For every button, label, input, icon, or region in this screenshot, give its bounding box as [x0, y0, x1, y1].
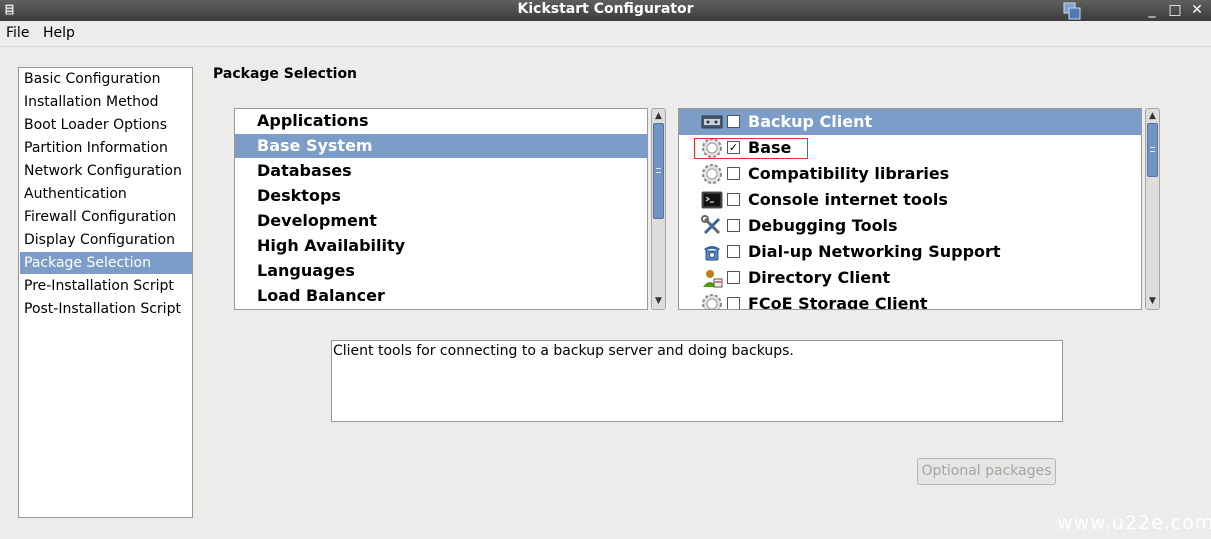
package-checkbox[interactable]: [727, 193, 740, 206]
scroll-up-arrow-icon[interactable]: ▲: [1146, 110, 1159, 123]
sidebar-item-installation-method[interactable]: Installation Method: [20, 91, 192, 113]
title-bar: Kickstart Configurator _ □ ✕: [0, 0, 1211, 21]
menu-bar: File Help: [0, 21, 1211, 47]
package-row-fcoe-storage-client[interactable]: FCoE Storage Client: [679, 291, 1141, 310]
scrollbar-thumb[interactable]: [653, 123, 664, 219]
window-title: Kickstart Configurator: [517, 1, 694, 17]
package-label: Console internet tools: [748, 190, 948, 209]
category-item-load-balancer[interactable]: Load Balancer: [235, 284, 647, 308]
minimize-button[interactable]: _: [1143, 1, 1161, 19]
package-checkbox[interactable]: [727, 219, 740, 232]
category-item-desktops[interactable]: Desktops: [235, 184, 647, 208]
scroll-up-arrow-icon[interactable]: ▲: [652, 110, 665, 123]
gear-icon: [702, 164, 722, 184]
category-item-development[interactable]: Development: [235, 209, 647, 233]
package-row-compatibility-libraries[interactable]: Compatibility libraries: [679, 161, 1141, 187]
sidebar-item-post-installation-script[interactable]: Post-Installation Script: [20, 298, 192, 320]
package-label: Directory Client: [748, 268, 891, 287]
tools-icon: [701, 215, 721, 235]
package-label: Compatibility libraries: [748, 164, 950, 183]
package-row-directory-client[interactable]: Directory Client: [679, 265, 1141, 291]
gear-icon: [702, 294, 722, 309]
package-checkbox[interactable]: [727, 271, 740, 284]
close-button[interactable]: ✕: [1188, 1, 1206, 19]
sidebar-item-package-selection[interactable]: Package Selection: [20, 252, 192, 274]
sidebar-item-basic-configuration[interactable]: Basic Configuration: [20, 68, 192, 90]
sidebar-item-network-configuration[interactable]: Network Configuration: [20, 160, 192, 182]
category-item-databases[interactable]: Databases: [235, 159, 647, 183]
terminal-icon: [701, 191, 723, 209]
package-checkbox[interactable]: [727, 115, 740, 128]
package-description: Client tools for connecting to a backup …: [331, 340, 1063, 422]
maximize-button[interactable]: □: [1166, 1, 1184, 19]
sidebar-item-display-configuration[interactable]: Display Configuration: [20, 229, 192, 251]
category-item-languages[interactable]: Languages: [235, 259, 647, 283]
sidebar-nav: Basic Configuration Installation Method …: [18, 67, 193, 518]
category-item-high-availability[interactable]: High Availability: [235, 234, 647, 258]
package-label: Dial-up Networking Support: [748, 242, 1001, 261]
menu-help[interactable]: Help: [43, 25, 75, 41]
package-scrollbar[interactable]: ▲ ▼: [1145, 108, 1160, 310]
package-row-backup-client[interactable]: Backup Client: [679, 109, 1141, 135]
category-scrollbar[interactable]: ▲ ▼: [651, 108, 666, 310]
category-item-applications[interactable]: Applications: [235, 109, 647, 133]
sidebar-item-partition-information[interactable]: Partition Information: [20, 137, 192, 159]
scroll-down-arrow-icon[interactable]: ▼: [652, 295, 665, 308]
package-row-debugging-tools[interactable]: Debugging Tools: [679, 213, 1141, 239]
watermark: www.u22e.com: [1057, 512, 1211, 534]
category-item-base-system[interactable]: Base System: [235, 134, 647, 158]
package-row-console-internet-tools[interactable]: Console internet tools: [679, 187, 1141, 213]
backup-drive-icon: [701, 115, 723, 129]
category-list: Applications Base System Databases Deskt…: [234, 108, 648, 310]
menu-file[interactable]: File: [6, 25, 29, 41]
workspace-stack-icon: [1063, 2, 1081, 20]
package-checkbox[interactable]: [727, 167, 740, 180]
optional-packages-button[interactable]: Optional packages: [917, 458, 1056, 485]
sidebar-item-boot-loader-options[interactable]: Boot Loader Options: [20, 114, 192, 136]
telephone-icon: [704, 246, 720, 261]
sidebar-item-firewall-configuration[interactable]: Firewall Configuration: [20, 206, 192, 228]
highlight-box: [694, 138, 808, 159]
package-label: Backup Client: [748, 112, 873, 131]
package-checkbox[interactable]: [727, 297, 740, 309]
sidebar-item-pre-installation-script[interactable]: Pre-Installation Script: [20, 275, 192, 297]
scrollbar-thumb[interactable]: [1147, 123, 1158, 177]
package-row-dial-up-networking-support[interactable]: Dial-up Networking Support: [679, 239, 1141, 265]
page-title: Package Selection: [213, 66, 358, 82]
directory-user-icon: [703, 270, 723, 288]
scroll-down-arrow-icon[interactable]: ▼: [1146, 295, 1159, 308]
sidebar-item-authentication[interactable]: Authentication: [20, 183, 192, 205]
package-label: Debugging Tools: [748, 216, 898, 235]
package-checkbox[interactable]: [727, 245, 740, 258]
package-label: FCoE Storage Client: [748, 294, 928, 310]
